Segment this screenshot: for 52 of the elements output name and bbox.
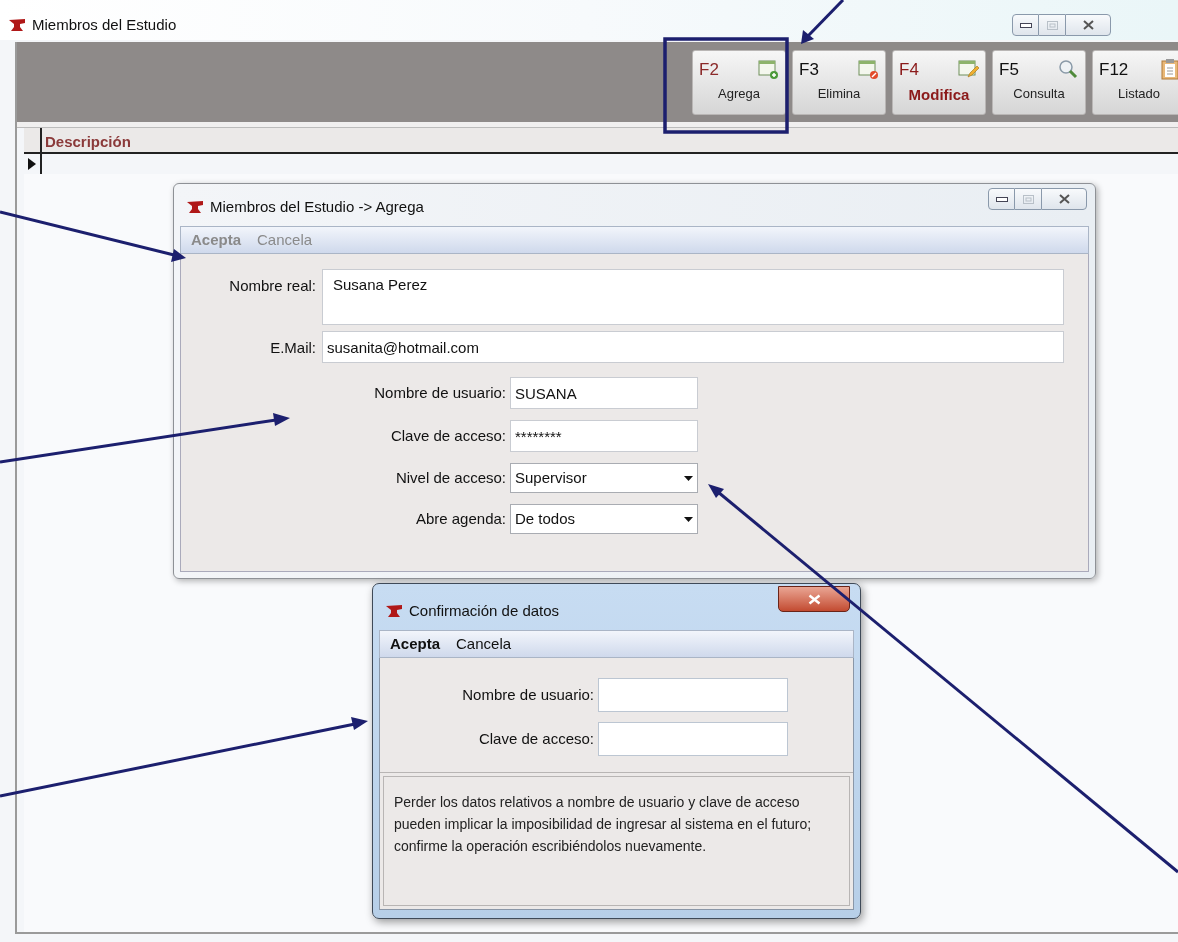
clipboard-icon (1161, 58, 1178, 81)
search-icon (1057, 58, 1079, 81)
toolbar-button[interactable]: F5 Consulta (992, 49, 1086, 115)
column-header[interactable]: Descripción (42, 128, 134, 152)
field-label: Nivel de acceso: (394, 467, 506, 488)
field-label: Clave de acceso: (477, 728, 594, 749)
close-icon (1082, 20, 1094, 30)
toolbar-button[interactable]: F12 Listado (1092, 49, 1178, 115)
message-text: Perder los datos relativos a nombre de usuario y clave de acceso pueden implicar la imposibilidad de ingresar al sistema en el futuro; confirme la operación escribiéndolos nuevamente. (394, 793, 813, 856)
caret-icon (684, 516, 693, 522)
maximize-icon (1022, 194, 1034, 204)
minimize-button[interactable] (1012, 14, 1039, 36)
text-field[interactable] (598, 722, 788, 756)
field-label: Nombre real: (228, 276, 316, 296)
anvil-icon (385, 603, 403, 620)
window-add-icon (757, 58, 779, 81)
close-icon (807, 593, 821, 605)
toolbar-button[interactable]: F3 Elimina (792, 49, 886, 115)
field-label: E.Mail: (269, 338, 316, 358)
dropdown[interactable]: De todos (510, 504, 698, 534)
text-field[interactable]: susanita@hotmail.com (322, 331, 1064, 363)
caret-icon (684, 475, 693, 481)
anvil-icon (8, 17, 26, 34)
field-label: Abre agenda: (414, 508, 506, 529)
row-pointer-icon (28, 158, 36, 170)
field-label: Nombre de usuario: (373, 382, 506, 403)
toolbar-button[interactable]: F4 Modifica (892, 49, 986, 115)
window-title: Miembros del Estudio (32, 15, 177, 35)
dropdown[interactable]: Supervisor (510, 463, 698, 493)
toolbar-button[interactable]: F2 Agrega (692, 49, 786, 115)
minimize-button[interactable] (988, 188, 1015, 210)
window-edit-icon (957, 58, 979, 81)
minimize-icon (995, 196, 1008, 202)
minimize-icon (1019, 22, 1032, 28)
close-button[interactable] (1065, 14, 1111, 36)
annotation-arrow (801, 0, 845, 44)
anvil-icon (186, 199, 204, 216)
text-field[interactable]: ******** (510, 420, 698, 452)
name-field[interactable]: Susana Perez (322, 269, 1064, 325)
dialog-title: Miembros del Estudio -> Agrega (210, 197, 424, 217)
menu-item[interactable]: Cancela (456, 632, 512, 656)
maximize-icon (1046, 20, 1058, 30)
text-field[interactable] (598, 678, 788, 712)
close-button[interactable] (778, 586, 850, 612)
field-label: Nombre de usuario: (461, 684, 594, 705)
close-button[interactable] (1041, 188, 1087, 210)
menu-item[interactable]: Acepta (390, 632, 441, 656)
close-icon (1058, 194, 1070, 204)
text-field[interactable]: SUSANA (510, 377, 698, 409)
window-delete-icon (857, 58, 879, 81)
dialog-title: Confirmación de datos (409, 601, 560, 621)
field-label: Clave de acceso: (389, 425, 506, 446)
